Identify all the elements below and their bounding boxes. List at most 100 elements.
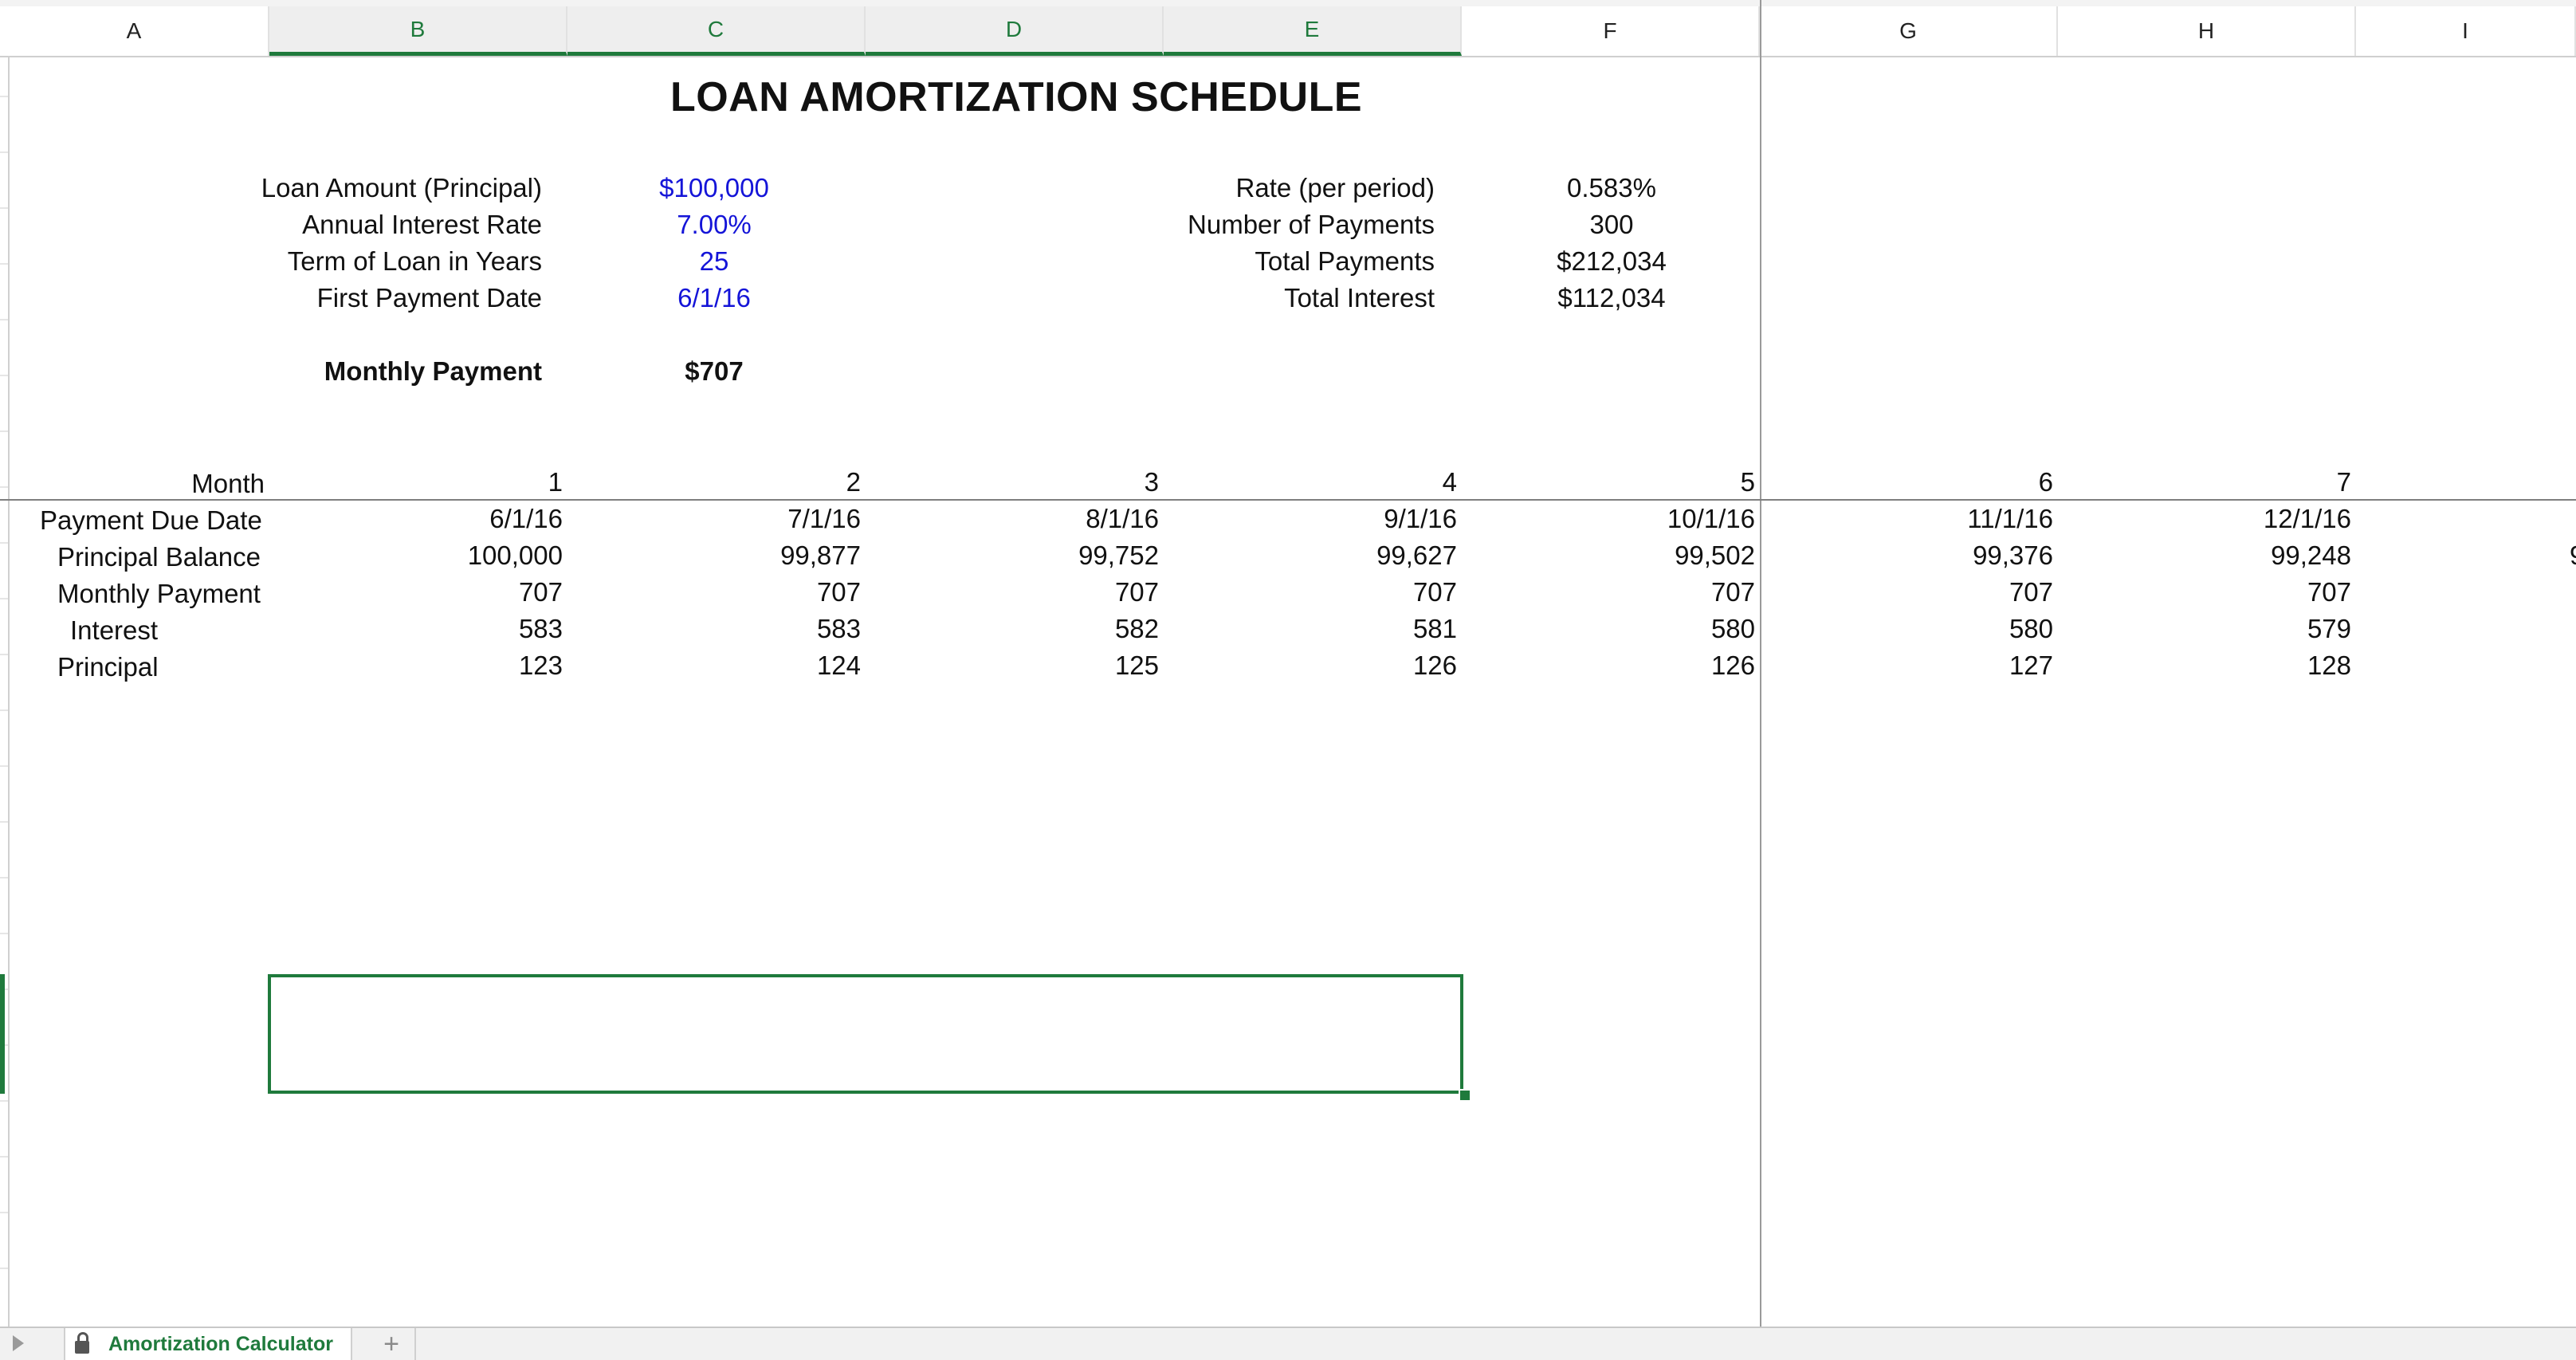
row-tick xyxy=(0,151,8,153)
sheet-tab-bar: Amortization Calculator + xyxy=(0,1327,2576,1360)
schedule-payment-cell[interactable]: 707 xyxy=(1819,579,2053,605)
row-tick xyxy=(0,375,8,376)
schedule-due-date-cell[interactable]: 10/1/16 xyxy=(1521,505,1755,532)
principal-row-label: Principal xyxy=(57,652,159,682)
schedule-balance-cell[interactable]: 100,000 xyxy=(328,542,563,568)
schedule-principal-cell[interactable]: 124 xyxy=(626,652,861,678)
column-header-h[interactable]: H xyxy=(2058,6,2356,56)
add-sheet-button[interactable]: + xyxy=(368,1328,416,1360)
schedule-payment-cell[interactable]: 707 xyxy=(328,579,563,605)
column-header-d[interactable]: D xyxy=(866,6,1164,56)
schedule-month-cell[interactable]: 2 xyxy=(626,469,861,495)
schedule-partial-cell[interactable]: 9 xyxy=(2570,542,2576,568)
first-payment-date-label: First Payment Date xyxy=(316,283,542,312)
freeze-pane-line xyxy=(1760,0,1761,1327)
schedule-principal-cell[interactable]: 126 xyxy=(1223,652,1457,678)
payment-due-date-row-label: Payment Due Date xyxy=(40,505,262,535)
interest-rate-value[interactable]: 7.00% xyxy=(595,211,834,238)
schedule-principal-cell[interactable]: 126 xyxy=(1521,652,1755,678)
number-of-payments-value[interactable]: 300 xyxy=(1492,211,1731,238)
month-row-label: Month xyxy=(191,469,265,498)
schedule-due-date-cell[interactable]: 8/1/16 xyxy=(925,505,1159,532)
schedule-principal-cell[interactable]: 125 xyxy=(925,652,1159,678)
schedule-interest-cell[interactable]: 581 xyxy=(1223,615,1457,642)
selected-cell-range[interactable] xyxy=(268,974,1463,1094)
schedule-balance-cell[interactable]: 99,248 xyxy=(2117,542,2351,568)
schedule-interest-cell[interactable]: 583 xyxy=(626,615,861,642)
interest-row-label: Interest xyxy=(70,615,159,645)
monthly-payment-value[interactable]: $707 xyxy=(595,358,834,384)
schedule-payment-cell[interactable]: 707 xyxy=(2117,579,2351,605)
schedule-due-date-cell[interactable]: 12/1/16 xyxy=(2117,505,2351,532)
month-row-border xyxy=(0,499,2576,501)
row-tick xyxy=(0,709,8,711)
schedule-due-date-cell[interactable]: 6/1/16 xyxy=(328,505,563,532)
active-row-marker xyxy=(0,974,5,1094)
row-tick xyxy=(0,207,8,209)
schedule-month-cell[interactable]: 5 xyxy=(1521,469,1755,495)
column-header-c[interactable]: C xyxy=(567,6,866,56)
total-payments-value[interactable]: $212,034 xyxy=(1492,248,1731,274)
schedule-balance-cell[interactable]: 99,627 xyxy=(1223,542,1457,568)
sheet-tab-amortization-calculator[interactable]: Amortization Calculator xyxy=(64,1328,352,1360)
schedule-month-cell[interactable]: 4 xyxy=(1223,469,1457,495)
column-header-bar: A B C D E F G H I xyxy=(0,6,2576,57)
row-tick xyxy=(0,1268,8,1269)
schedule-due-date-cell[interactable]: 11/1/16 xyxy=(1819,505,2053,532)
column-header-g[interactable]: G xyxy=(1760,6,2058,56)
fill-handle[interactable] xyxy=(1459,1089,1471,1102)
sheet-nav-arrow-icon[interactable] xyxy=(13,1335,24,1351)
schedule-month-cell[interactable]: 7 xyxy=(2117,469,2351,495)
first-payment-date-value[interactable]: 6/1/16 xyxy=(595,285,834,311)
schedule-interest-cell[interactable]: 579 xyxy=(2117,615,2351,642)
page-title: LOAN AMORTIZATION SCHEDULE xyxy=(670,74,1363,120)
schedule-due-date-cell[interactable]: 7/1/16 xyxy=(626,505,861,532)
schedule-principal-cell[interactable]: 128 xyxy=(2117,652,2351,678)
column-header-i[interactable]: I xyxy=(2356,6,2576,56)
schedule-interest-cell[interactable]: 580 xyxy=(1521,615,1755,642)
loan-amount-value[interactable]: $100,000 xyxy=(595,175,834,201)
row-tick xyxy=(0,319,8,320)
schedule-month-cell[interactable]: 6 xyxy=(1819,469,2053,495)
row-tick xyxy=(0,933,8,934)
spreadsheet-canvas[interactable]: A B C D E F G H I LOAN AMORTIZATION SCHE… xyxy=(0,0,2576,1360)
lock-icon xyxy=(75,1332,89,1354)
column-header-e[interactable]: E xyxy=(1164,6,1462,56)
total-payments-label: Total Payments xyxy=(1255,246,1435,276)
row-tick xyxy=(0,1212,8,1213)
sheet-tab-label: Amortization Calculator xyxy=(108,1332,333,1355)
schedule-month-cell[interactable]: 3 xyxy=(925,469,1159,495)
schedule-balance-cell[interactable]: 99,376 xyxy=(1819,542,2053,568)
column-header-b[interactable]: B xyxy=(269,6,567,56)
loan-term-label: Term of Loan in Years xyxy=(287,246,542,276)
schedule-principal-cell[interactable]: 123 xyxy=(328,652,563,678)
interest-rate-label: Annual Interest Rate xyxy=(302,210,542,239)
loan-term-value[interactable]: 25 xyxy=(595,248,834,274)
row-tick xyxy=(0,1100,8,1102)
schedule-balance-cell[interactable]: 99,752 xyxy=(925,542,1159,568)
schedule-balance-cell[interactable]: 99,502 xyxy=(1521,542,1755,568)
schedule-payment-cell[interactable]: 707 xyxy=(626,579,861,605)
monthly-payment-label: Monthly Payment xyxy=(324,356,542,386)
number-of-payments-label: Number of Payments xyxy=(1188,210,1435,239)
schedule-interest-cell[interactable]: 580 xyxy=(1819,615,2053,642)
row-gutter[interactable] xyxy=(0,56,10,1328)
schedule-balance-cell[interactable]: 99,877 xyxy=(626,542,861,568)
total-interest-label: Total Interest xyxy=(1284,283,1435,312)
total-interest-value[interactable]: $112,034 xyxy=(1492,285,1731,311)
rate-per-period-value[interactable]: 0.583% xyxy=(1492,175,1731,201)
column-header-f[interactable]: F xyxy=(1462,6,1760,56)
schedule-interest-cell[interactable]: 583 xyxy=(328,615,563,642)
schedule-payment-cell[interactable]: 707 xyxy=(925,579,1159,605)
schedule-due-date-cell[interactable]: 9/1/16 xyxy=(1223,505,1457,532)
schedule-principal-cell[interactable]: 127 xyxy=(1819,652,2053,678)
schedule-month-cell[interactable]: 1 xyxy=(328,469,563,495)
schedule-payment-cell[interactable]: 707 xyxy=(1521,579,1755,605)
monthly-payment-row-label: Monthly Payment xyxy=(57,579,261,608)
schedule-interest-cell[interactable]: 582 xyxy=(925,615,1159,642)
loan-amount-label: Loan Amount (Principal) xyxy=(261,173,542,202)
row-tick xyxy=(0,877,8,878)
column-header-a[interactable]: A xyxy=(0,6,269,56)
principal-balance-row-label: Principal Balance xyxy=(57,542,261,572)
schedule-payment-cell[interactable]: 707 xyxy=(1223,579,1457,605)
